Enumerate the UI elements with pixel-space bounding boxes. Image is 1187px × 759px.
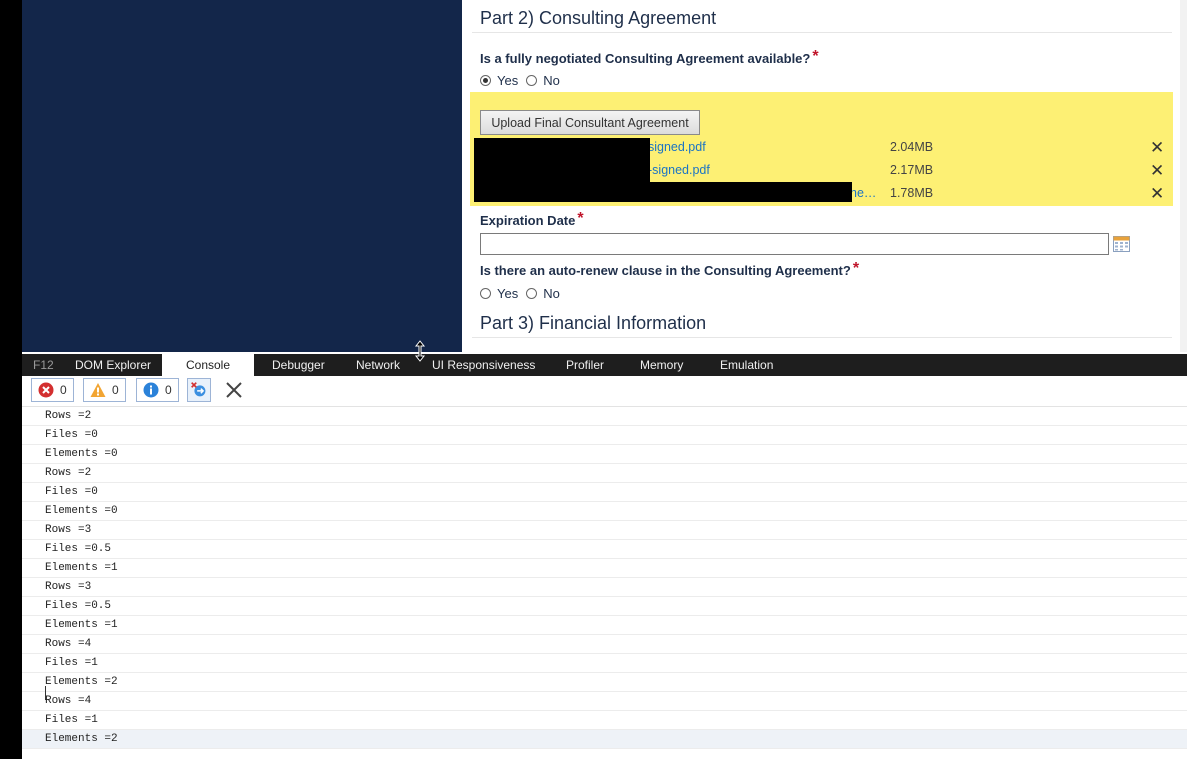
console-output[interactable]: Rows =2 Files =0 Elements =0 Rows =2 Fil…	[22, 407, 1187, 759]
file-size: 2.17MB	[890, 163, 934, 177]
autorenew-no-label[interactable]: No	[543, 286, 560, 301]
info-icon	[143, 382, 159, 398]
upload-agreement-button[interactable]: Upload Final Consultant Agreement	[480, 110, 700, 135]
calendar-icon[interactable]	[1113, 236, 1130, 252]
log-line: Rows =2	[22, 407, 1187, 426]
tab-dom-explorer[interactable]: DOM Explorer	[75, 354, 151, 376]
autorenew-yes-label[interactable]: Yes	[497, 286, 518, 301]
log-line: Rows =2	[22, 464, 1187, 483]
log-line: Elements =2	[22, 730, 1187, 749]
log-line: Rows =4	[22, 635, 1187, 654]
tab-ui-responsiveness[interactable]: UI Responsiveness	[432, 354, 535, 376]
error-icon	[38, 382, 54, 398]
errors-filter-button[interactable]: 0	[31, 378, 74, 402]
resize-cursor-icon	[414, 340, 426, 362]
expiration-date-label: Expiration Date *	[480, 210, 584, 228]
navy-side-panel	[22, 0, 462, 352]
agreement-yes-label[interactable]: Yes	[497, 73, 518, 88]
log-line: Files =0	[22, 483, 1187, 502]
tab-emulation[interactable]: Emulation	[720, 354, 773, 376]
log-line: Rows =3	[22, 578, 1187, 597]
log-line: Rows =3	[22, 521, 1187, 540]
tab-profiler[interactable]: Profiler	[566, 354, 604, 376]
warnings-count: 0	[112, 383, 119, 397]
autorenew-question-label: Is there an auto-renew clause in the Con…	[480, 263, 851, 278]
required-mark: *	[852, 260, 860, 277]
expiration-date-input[interactable]	[480, 233, 1109, 255]
console-toolbar: 0 0 0	[22, 376, 1187, 407]
autorenew-question: Is there an auto-renew clause in the Con…	[480, 260, 859, 278]
log-line: Rows =4	[22, 692, 1187, 711]
file-link[interactable]: signed.pdf	[648, 140, 706, 154]
autorenew-yes-radio[interactable]	[480, 288, 491, 299]
expiration-label-text: Expiration Date	[480, 213, 576, 228]
log-line: Files =0.5	[22, 540, 1187, 559]
warnings-filter-button[interactable]: 0	[83, 378, 126, 402]
agreement-radio-group: Yes No	[480, 73, 568, 88]
tab-console[interactable]: Console	[162, 354, 254, 376]
text-cursor	[45, 686, 46, 700]
messages-count: 0	[165, 383, 172, 397]
warning-icon	[90, 383, 106, 397]
page-scroll-gutter[interactable]	[1180, 0, 1187, 352]
required-mark: *	[812, 48, 819, 65]
tab-f12[interactable]: F12	[33, 354, 59, 376]
part3-title: Part 3) Financial Information	[480, 313, 707, 333]
log-line: Files =0.5	[22, 597, 1187, 616]
remove-file-icon[interactable]: ✕	[1150, 184, 1164, 204]
log-line: Elements =0	[22, 502, 1187, 521]
required-mark: *	[577, 210, 584, 227]
tab-debugger[interactable]: Debugger	[272, 354, 325, 376]
tab-network[interactable]: Network	[356, 354, 400, 376]
agreement-no-label[interactable]: No	[543, 73, 560, 88]
remove-file-icon[interactable]: ✕	[1150, 161, 1164, 181]
agreement-question: Is a fully negotiated Consulting Agreeme…	[480, 48, 819, 66]
clear-navigate-icon	[191, 382, 206, 397]
section-divider	[472, 32, 1172, 33]
file-size: 1.78MB	[890, 186, 934, 200]
left-black-strip	[0, 0, 22, 759]
file-link[interactable]: he…	[850, 186, 876, 200]
agreement-no-radio[interactable]	[526, 75, 538, 86]
autorenew-radio-group: Yes No	[480, 286, 568, 301]
log-line: Files =1	[22, 654, 1187, 673]
log-line: Elements =1	[22, 559, 1187, 578]
log-line: Files =0	[22, 426, 1187, 445]
log-line: Elements =2	[22, 673, 1187, 692]
log-line: Elements =0	[22, 445, 1187, 464]
clear-console-icon[interactable]	[223, 379, 245, 401]
part2-title: Part 2) Consulting Agreement	[480, 8, 717, 28]
log-line: Elements =1	[22, 616, 1187, 635]
redaction-block	[474, 138, 650, 202]
tab-memory[interactable]: Memory	[640, 354, 683, 376]
redaction-block	[648, 182, 852, 202]
agreement-yes-radio[interactable]	[480, 75, 491, 86]
clear-on-navigate-button[interactable]	[187, 378, 211, 402]
remove-file-icon[interactable]: ✕	[1150, 138, 1164, 158]
file-size: 2.04MB	[890, 140, 934, 154]
messages-filter-button[interactable]: 0	[136, 378, 179, 402]
autorenew-no-radio[interactable]	[526, 288, 538, 299]
errors-count: 0	[60, 383, 67, 397]
file-link[interactable]: -signed.pdf	[648, 163, 710, 177]
agreement-question-label: Is a fully negotiated Consulting Agreeme…	[480, 51, 811, 66]
section-divider	[472, 337, 1172, 338]
devtools-tab-bar: F12 DOM Explorer Console Debugger Networ…	[22, 354, 1187, 376]
log-line: Files =1	[22, 711, 1187, 730]
